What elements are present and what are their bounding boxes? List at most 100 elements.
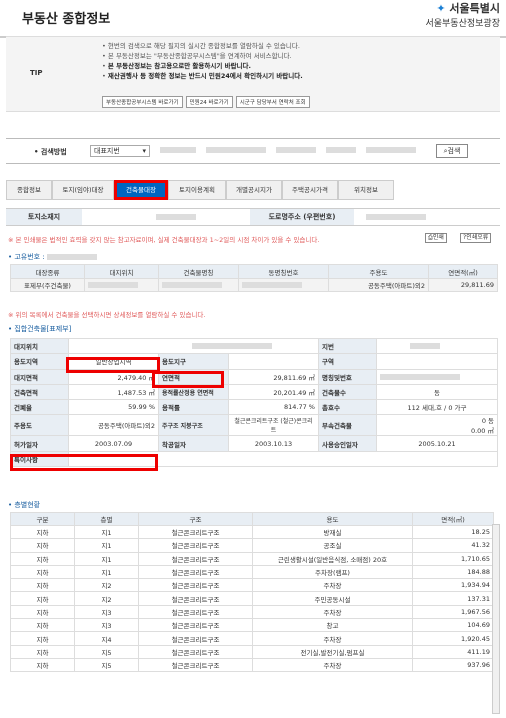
floor-table-scrollbar[interactable]	[492, 524, 500, 714]
floor-cell: 철근콘크리트구조	[138, 538, 253, 553]
print-notice: ※ 본 인쇄물은 법적인 효력을 갖지 않는 참고자료이며, 실제 건축물대장과…	[8, 236, 320, 244]
floor-cell: 주차장	[252, 578, 413, 593]
floor-cell: 지2	[74, 578, 139, 593]
tab-building-register[interactable]: 건축물대장	[114, 180, 168, 200]
tip-label: TIP	[30, 69, 43, 77]
search-button[interactable]: ⌕검색	[436, 144, 468, 158]
search-method-select[interactable]: 대표지번 ▾	[90, 145, 150, 157]
tab-location[interactable]: 위치정보	[338, 180, 394, 200]
floor-cell: 지1	[74, 524, 139, 540]
minwon24-link-button[interactable]: 민원24 바로가기	[185, 96, 233, 108]
floor-cell: 지3	[74, 604, 139, 620]
highlight-permit-date	[10, 454, 158, 471]
floor-cell: 184.88	[412, 564, 494, 580]
floor-cell: 지1	[74, 538, 139, 553]
floor-cell: 지1	[74, 551, 139, 566]
search-field-blurred[interactable]	[366, 147, 416, 153]
contact-lookup-button[interactable]: 시군구 담당부서 연락처 조회	[235, 96, 310, 108]
col-header: 동명칭번호	[238, 264, 329, 279]
table-row[interactable]: 지하 지5 철근콘크리트구조 주차장 937.96	[10, 657, 494, 673]
tab-summary[interactable]: 종합정보	[6, 180, 52, 200]
floor-cell: 창고	[252, 618, 413, 633]
floor-cell: 지하	[10, 604, 75, 620]
floor-table: 구분 층별 구조 용도 면적(㎡) 지하 지1 철근콘크리트구조 방재실 18.25 지하…	[10, 512, 494, 673]
search-field-blurred[interactable]	[276, 147, 316, 153]
floor-cell: 주민공동시설	[252, 591, 413, 606]
floor-cell: 지1	[74, 564, 139, 580]
highlight-total-area	[152, 371, 224, 388]
floor-cell: 철근콘크리트구조	[138, 591, 253, 606]
floor-cell: 철근콘크리트구조	[138, 644, 253, 659]
search-field-blurred[interactable]	[206, 147, 266, 153]
table-row[interactable]: 표제부(주건축물) 공동주택(아파트)외2 29,811.69	[10, 278, 498, 292]
tip-list: • 현번의 검색으로 해당 필지의 실시간 종합정보를 열람하실 수 있습니다.…	[102, 41, 303, 81]
table-row[interactable]: 지하 지2 철근콘크리트구조 주차장 1,934.94	[10, 578, 494, 593]
floor-cell: 철근콘크리트구조	[138, 551, 253, 566]
tab-housing-price[interactable]: 주택공시가격	[282, 180, 338, 200]
floor-cell: 1,710.65	[412, 551, 494, 566]
table-row[interactable]: 지하 지2 철근콘크리트구조 주민공동시설 137.31	[10, 591, 494, 606]
table-row[interactable]: 지하 지1 철근콘크리트구조 주차장(램프) 184.88	[10, 564, 494, 580]
floor-cell: 937.96	[412, 657, 494, 673]
col-header: 연면적(㎡)	[428, 264, 498, 279]
table-row[interactable]: 지하 지1 철근콘크리트구조 방재실 18.25	[10, 524, 494, 540]
highlight-zone	[66, 357, 160, 373]
floor-cell: 1,967.56	[412, 604, 494, 620]
floor-cell: 철근콘크리트구조	[138, 524, 253, 540]
road-address-value	[366, 214, 426, 220]
road-address-label: 도로명주소 (우편번호)	[250, 209, 354, 225]
table-row[interactable]: 지하 지4 철근콘크리트구조 주차장 1,920.45	[10, 631, 494, 646]
floor-cell: 지하	[10, 578, 75, 593]
col-header: 대지위치	[84, 264, 159, 279]
seoul-logo[interactable]: ✦ 서울특별시 서울부동산정보광장	[425, 0, 500, 29]
floor-cell: 지하	[10, 538, 75, 553]
floor-cell: 지2	[74, 591, 139, 606]
col-header: 주용도	[328, 264, 429, 279]
floor-cell: 철근콘크리트구조	[138, 604, 253, 620]
print-button[interactable]: ⎙인쇄	[425, 233, 447, 243]
floor-cell: 주차장	[252, 604, 413, 620]
building-list-table: 대장종류 대지위치 건축물명칭 동명칭번호 주용도 연면적(㎡) 표제부(주건축…	[10, 264, 498, 292]
unique-number: • 고유번호 :	[8, 252, 97, 262]
floor-cell: 지하	[10, 631, 75, 646]
floor-cell: 주차장(램프)	[252, 564, 413, 580]
col-header: 용도	[252, 512, 413, 526]
floor-cell: 1,920.45	[412, 631, 494, 646]
floor-cell: 방재실	[252, 524, 413, 540]
page-header: 부동산 종합정보 ✦ 서울특별시 서울부동산정보광장	[0, 0, 506, 38]
table-row[interactable]: 지하 지1 철근콘크리트구조 공조실 41.32	[10, 538, 494, 553]
floor-cell: 지하	[10, 524, 75, 540]
tab-land-register[interactable]: 토지(임야)대장	[52, 180, 114, 200]
search-field-blurred[interactable]	[326, 147, 356, 153]
location-row: 토지소재지 도로명주소 (우편번호)	[6, 208, 500, 226]
tab-land-price[interactable]: 개별공시지가	[226, 180, 282, 200]
tip-line: • 본 부동산정보는 "부동산종합공부시스템"을 연계하여 서비스합니다.	[102, 52, 292, 60]
floor-cell: 철근콘크리트구조	[138, 618, 253, 633]
floor-cell: 18.25	[412, 524, 494, 540]
col-header: 구분	[10, 512, 75, 526]
table-row[interactable]: 지하 지1 철근콘크리트구조 근린생활시설(일반음식점, 소매점) 20호 1,710.…	[10, 551, 494, 566]
search-field-blurred[interactable]	[160, 147, 196, 153]
floor-cell: 주차장	[252, 657, 413, 673]
floor-cell: 지하	[10, 644, 75, 659]
table-row[interactable]: 지하 지3 철근콘크리트구조 주차장 1,967.56	[10, 604, 494, 620]
floor-cell: 지하	[10, 591, 75, 606]
floor-cell: 41.32	[412, 538, 494, 553]
floor-cell: 지3	[74, 618, 139, 633]
land-location-value	[156, 214, 196, 220]
col-header: 건축물명칭	[158, 264, 239, 279]
print-error-button[interactable]: ?인쇄오류	[460, 233, 492, 243]
col-header: 대장종류	[10, 264, 85, 279]
kras-link-button[interactable]: 부동산종합공부시스템 바로가기	[102, 96, 183, 108]
select-notice: ※ 위의 목록에서 건축물을 선택하시면 상세정보를 열람하실 수 있습니다.	[8, 311, 206, 319]
dropdown-arrow-icon: ▾	[142, 147, 146, 155]
tab-land-use-plan[interactable]: 토지이용계획	[168, 180, 226, 200]
floor-cell: 철근콘크리트구조	[138, 564, 253, 580]
seoul-logo-icon: ✦	[436, 2, 446, 15]
table-row[interactable]: 지하 지3 철근콘크리트구조 창고 104.69	[10, 618, 494, 633]
floor-section-title: • 층별현황	[8, 501, 41, 509]
floor-cell: 1,934.94	[412, 578, 494, 593]
land-location-label: 토지소재지	[6, 209, 82, 225]
table-row[interactable]: 지하 지5 철근콘크리트구조 전기실,발전기실,펌프실 411.19	[10, 644, 494, 659]
floor-cell: 411.19	[412, 644, 494, 659]
